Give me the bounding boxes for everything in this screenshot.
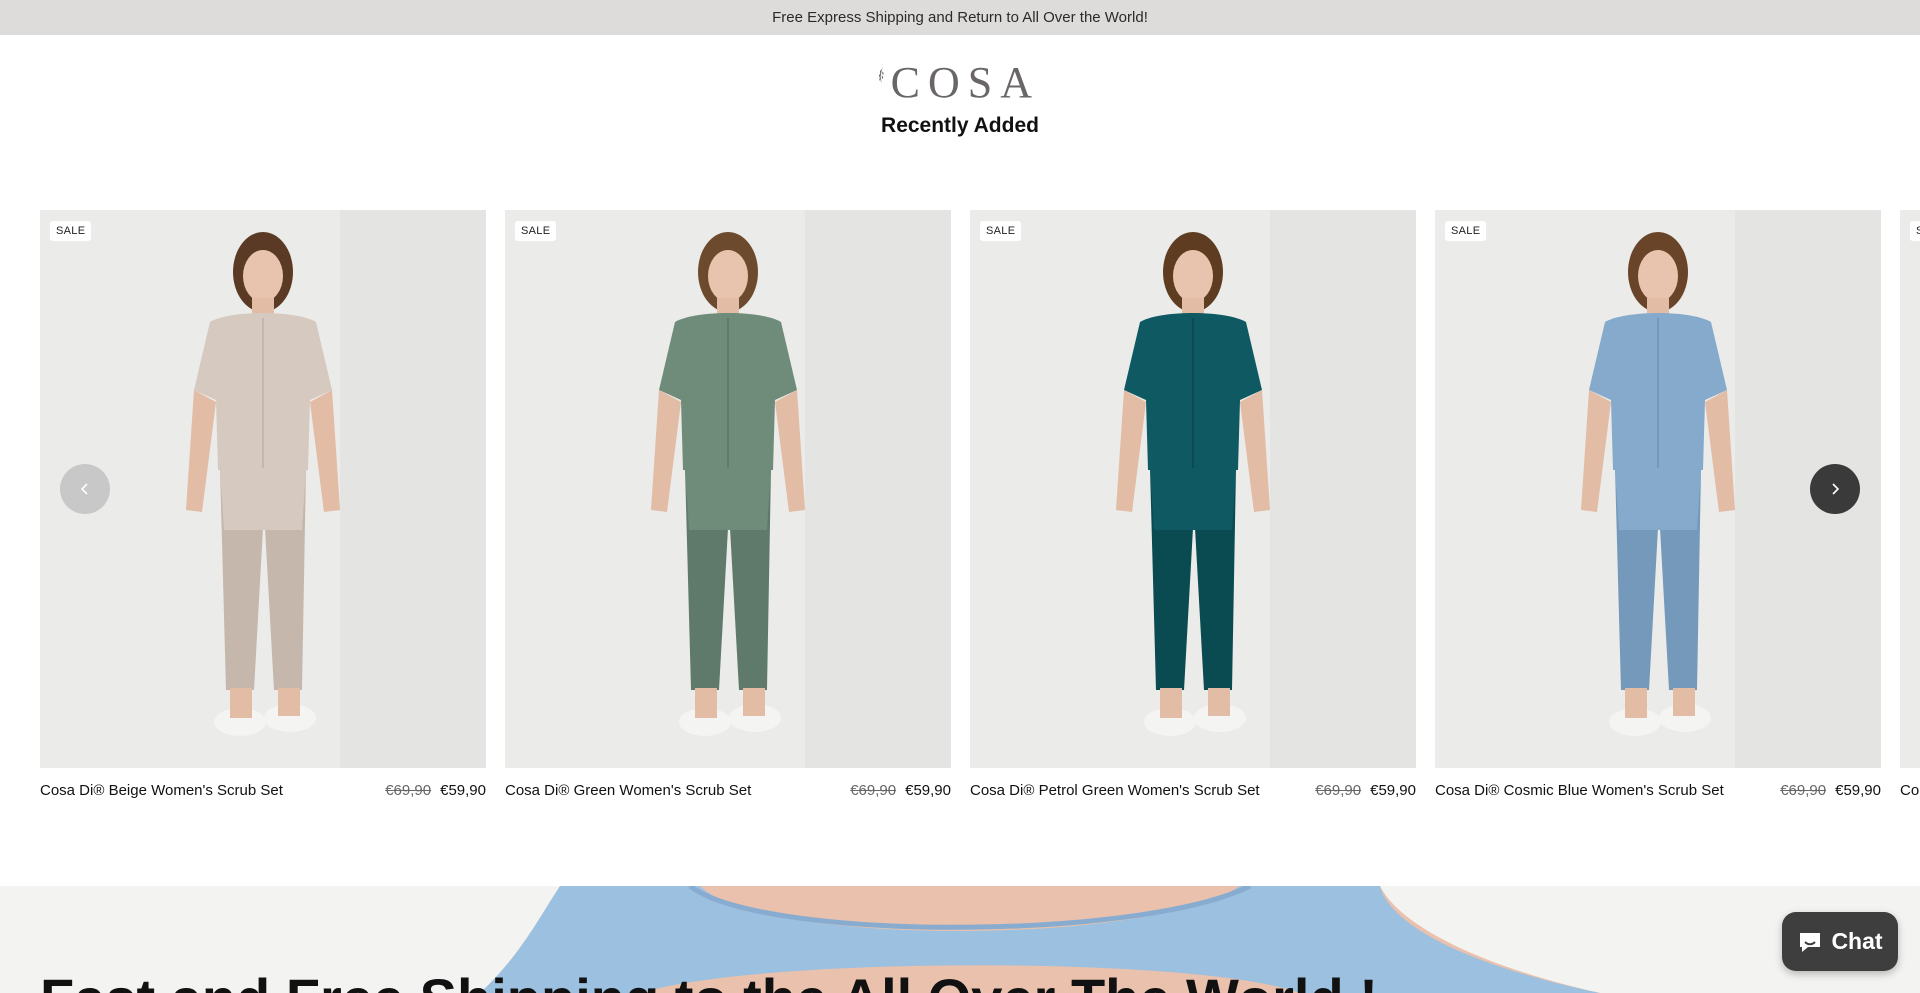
product-photo bbox=[505, 210, 951, 768]
chevron-right-icon bbox=[1832, 483, 1840, 495]
sale-badge: SALE bbox=[980, 221, 1022, 241]
old-price: €69,90 bbox=[1780, 782, 1827, 799]
product-image[interactable]: SALE bbox=[505, 210, 951, 768]
chat-bubble-icon bbox=[1800, 932, 1821, 952]
sale-price: €59,90 bbox=[905, 782, 951, 799]
product-name[interactable]: Cosa Di® Green Women's Scrub Set bbox=[505, 782, 751, 799]
sale-price: €59,90 bbox=[1370, 782, 1416, 799]
sale-badge: SALE bbox=[50, 221, 92, 241]
product-image[interactable]: SALE bbox=[1900, 210, 1920, 768]
product-name[interactable]: Co bbox=[1900, 782, 1919, 799]
sale-price: €59,90 bbox=[440, 782, 486, 799]
sale-badge: SALE bbox=[1445, 221, 1487, 241]
product-image[interactable]: SALE bbox=[970, 210, 1416, 768]
product-card[interactable]: SALE Cosa Di® Petrol Green Women's Scrub… bbox=[970, 210, 1416, 799]
old-price: €69,90 bbox=[850, 782, 897, 799]
product-name[interactable]: Cosa Di® Petrol Green Women's Scrub Set bbox=[970, 782, 1260, 799]
old-price: €69,90 bbox=[1315, 782, 1362, 799]
product-photo bbox=[1900, 210, 1920, 768]
chat-label: Chat bbox=[1831, 928, 1883, 954]
section-title: Recently Added bbox=[881, 114, 1039, 137]
banner-heading: Fast and Free Shipping to the All Over T… bbox=[40, 966, 1378, 993]
brand-logo[interactable]: COSA bbox=[878, 39, 1040, 111]
old-price: €69,90 bbox=[385, 782, 432, 799]
product-card[interactable]: SALE Cosa Di® Cosmic Blue Women's Scrub … bbox=[1435, 210, 1881, 799]
product-name[interactable]: Cosa Di® Beige Women's Scrub Set bbox=[40, 782, 283, 799]
logo-text: COSA bbox=[890, 57, 1040, 107]
chevron-left-icon bbox=[80, 483, 88, 495]
sale-badge: SALE bbox=[515, 221, 557, 241]
shipping-banner: Fast and Free Shipping to the All Over T… bbox=[0, 886, 1920, 993]
product-photo bbox=[970, 210, 1416, 768]
product-card[interactable]: SALE Cosa Di® Beige Women's Scrub Set €6… bbox=[40, 210, 486, 799]
sale-badge: SALE bbox=[1910, 221, 1920, 241]
product-name[interactable]: Cosa Di® Cosmic Blue Women's Scrub Set bbox=[1435, 782, 1724, 799]
carousel-next-button[interactable] bbox=[1810, 464, 1860, 514]
announcement-bar: Free Express Shipping and Return to All … bbox=[0, 0, 1920, 35]
product-card-partial[interactable]: SALE Co bbox=[1900, 210, 1920, 799]
chat-button[interactable]: Chat bbox=[1782, 912, 1898, 971]
product-carousel: SALE Cosa Di® Beige Women's Scrub Set €6… bbox=[0, 210, 1920, 810]
carousel-prev-button[interactable] bbox=[60, 464, 110, 514]
sale-price: €59,90 bbox=[1835, 782, 1881, 799]
leaf-icon bbox=[879, 67, 884, 83]
product-card[interactable]: SALE Cosa Di® Green Women's Scrub Set €6… bbox=[505, 210, 951, 799]
announcement-text: Free Express Shipping and Return to All … bbox=[772, 9, 1148, 26]
